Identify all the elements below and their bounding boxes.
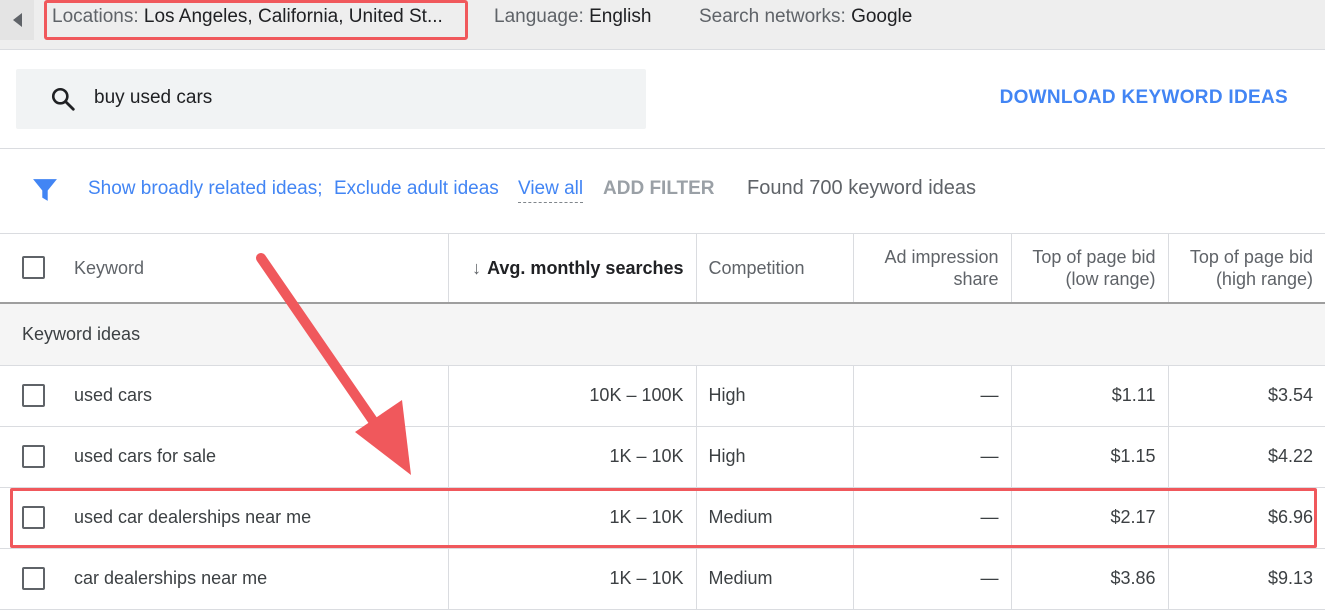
bid-high-line2: (high range) [1215, 268, 1313, 289]
language-label: Language: [494, 6, 584, 27]
competition-header[interactable]: Competition [696, 233, 854, 303]
ad-impression-share-header[interactable]: Ad impression share [853, 233, 1012, 303]
search-icon [51, 87, 75, 111]
ad-impression-line1: Ad impression [884, 246, 999, 267]
download-keyword-ideas-button[interactable]: DOWNLOAD KEYWORD IDEAS [1000, 87, 1288, 109]
keyword-header[interactable]: Keyword [70, 233, 449, 303]
searches-cell: 1K – 10K [448, 426, 697, 487]
chevron-left-icon [12, 13, 22, 27]
networks-selector[interactable]: Search networks: Google [699, 6, 912, 28]
table-row[interactable]: car dealerships near me 1K – 10K Medium … [0, 548, 1325, 609]
networks-label: Search networks: [699, 6, 846, 27]
language-selector[interactable]: Language: English [494, 6, 651, 28]
impression-cell: — [853, 426, 1012, 487]
divider [0, 148, 1325, 149]
bid-low-line2: (low range) [1065, 268, 1156, 289]
add-filter-button[interactable]: ADD FILTER [603, 178, 715, 200]
checkbox-cell [0, 426, 70, 487]
bid-high-header[interactable]: Top of page bid (high range) [1168, 233, 1325, 303]
view-all-filters-link[interactable]: View all [518, 178, 584, 203]
table-header-row: Keyword ↓ Avg. monthly searches Competiti… [0, 233, 1325, 303]
locations-highlight-box [44, 0, 468, 40]
keyword-cell: used cars for sale [70, 426, 449, 487]
group-label: Keyword ideas [22, 323, 141, 344]
checkbox-cell [0, 365, 70, 426]
search-bar[interactable]: buy used cars [16, 69, 646, 129]
table-row[interactable]: used cars for sale 1K – 10K High — $1.15… [0, 426, 1325, 487]
group-row: Keyword ideas [0, 303, 1325, 365]
bid-low-cell: $1.11 [1011, 365, 1169, 426]
bid-high-cell: $3.54 [1267, 385, 1313, 405]
language-value: English [589, 6, 652, 27]
back-button[interactable] [0, 0, 34, 40]
ad-impression-line2: share [953, 268, 999, 289]
row-checkbox[interactable] [22, 384, 45, 407]
bid-high-cell: $4.22 [1267, 446, 1313, 466]
table-row[interactable]: used cars 10K – 100K High — $1.11 $3.54 [0, 365, 1325, 426]
row-checkbox[interactable] [22, 567, 45, 590]
select-all-checkbox[interactable] [22, 256, 45, 280]
bid-low-header[interactable]: Top of page bid (low range) [1011, 233, 1169, 303]
searches-cell: 10K – 100K [448, 365, 697, 426]
filter-icon[interactable] [32, 177, 58, 203]
impression-cell: — [853, 365, 1012, 426]
competition-cell: High [696, 426, 854, 487]
filter-broadly-related[interactable]: Show broadly related ideas; [88, 178, 322, 200]
keyword-table: Keyword ↓ Avg. monthly searches Competiti… [0, 233, 1325, 610]
searches-cell: 1K – 10K [448, 548, 697, 609]
checkbox-cell [0, 548, 70, 609]
results-count: Found 700 keyword ideas [747, 177, 977, 199]
impression-cell: — [853, 548, 1012, 609]
arrow-down-icon: ↓ [472, 257, 482, 278]
search-input[interactable]: buy used cars [94, 87, 212, 109]
networks-value: Google [851, 6, 913, 27]
bid-high-cell: $9.13 [1267, 568, 1313, 588]
bid-high-line1: Top of page bid [1189, 246, 1313, 267]
bid-low-cell: $1.15 [1011, 426, 1169, 487]
competition-cell: Medium [696, 548, 854, 609]
bid-low-cell: $3.86 [1011, 548, 1169, 609]
row-checkbox[interactable] [22, 445, 45, 468]
row-highlight-box [10, 488, 1317, 548]
avg-monthly-searches-label: Avg. monthly searches [487, 257, 684, 278]
avg-monthly-searches-header[interactable]: ↓ Avg. monthly searches [448, 233, 697, 303]
filter-exclude-adult[interactable]: Exclude adult ideas [334, 178, 499, 200]
bid-low-line1: Top of page bid [1032, 246, 1156, 267]
keyword-cell: car dealerships near me [70, 548, 449, 609]
keyword-cell: used cars [70, 365, 449, 426]
competition-cell: High [696, 365, 854, 426]
select-all-cell [0, 233, 70, 303]
